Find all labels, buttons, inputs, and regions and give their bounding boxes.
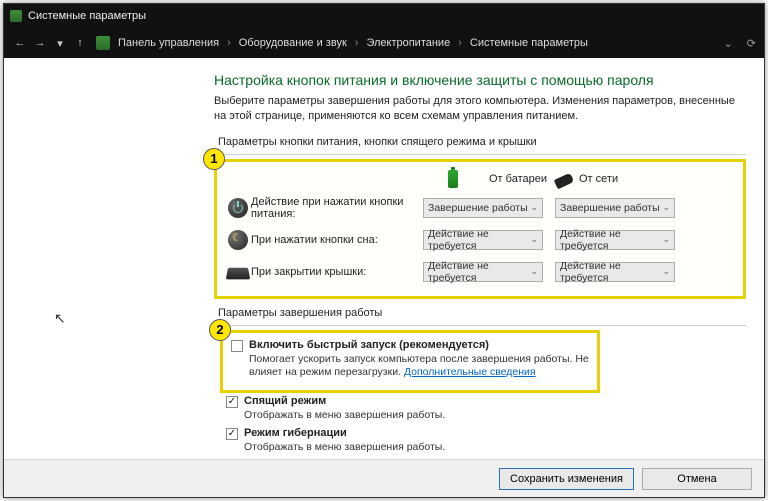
chevron-down-icon: ⌄	[662, 266, 670, 277]
nav-back-icon[interactable]: ←	[12, 37, 28, 49]
group2-title: Параметры завершения работы	[214, 307, 386, 319]
page-description: Выберите параметры завершения работы для…	[214, 94, 746, 124]
hibernation-label: Режим гибернации	[244, 427, 347, 439]
breadcrumb-power[interactable]: Электропитание	[366, 37, 450, 49]
group-buttons-lid: Параметры кнопки питания, кнопки спящего…	[214, 136, 746, 299]
select-power-battery[interactable]: Завершение работы⌄	[423, 198, 543, 218]
breadcrumb-sep: ›	[458, 37, 462, 49]
highlight-box-1: 1 От батареи От сети	[214, 159, 746, 299]
footer: Сохранить изменения Отмена	[4, 459, 764, 497]
cancel-button[interactable]: Отмена	[642, 468, 752, 490]
link-more-info[interactable]: Дополнительные сведения	[404, 366, 536, 378]
annotation-badge-2: 2	[209, 319, 231, 341]
col-ac-label: От сети	[579, 173, 618, 185]
breadcrumb-sep: ›	[227, 37, 231, 49]
row-sleep-button: При нажатии кнопки сна: Действие не треб…	[225, 224, 735, 256]
lock-label: Блокировка	[244, 458, 310, 459]
control-panel-icon	[96, 36, 110, 50]
window: Системные параметры ← → ▾ ↑ Панель управ…	[3, 3, 765, 498]
chevron-down-icon: ⌄	[530, 234, 538, 245]
sleep-icon	[228, 230, 248, 250]
power-icon	[228, 198, 248, 218]
window-title: Системные параметры	[28, 10, 146, 22]
group-shutdown: Параметры завершения работы 2 Включить б…	[214, 307, 746, 459]
page-heading: Настройка кнопок питания и включение защ…	[214, 72, 746, 88]
highlight-box-2: 2 Включить быстрый запуск (рекомендуется…	[220, 330, 600, 393]
save-button[interactable]: Сохранить изменения	[499, 468, 634, 490]
select-sleep-battery[interactable]: Действие не требуется⌄	[423, 230, 543, 250]
nav-forward-icon[interactable]: →	[32, 37, 48, 49]
col-battery-label: От батареи	[489, 173, 547, 185]
cursor-icon: ↖	[54, 310, 66, 327]
select-power-ac[interactable]: Завершение работы⌄	[555, 198, 675, 218]
plug-icon	[554, 173, 575, 190]
chevron-down-icon: ⌄	[530, 202, 538, 213]
chevron-down-icon: ⌄	[662, 202, 670, 213]
checkbox-hibernation[interactable]	[226, 428, 238, 440]
breadcrumb-current: Системные параметры	[470, 37, 588, 49]
checkbox-sleep[interactable]	[226, 396, 238, 408]
breadcrumb-sep: ›	[355, 37, 359, 49]
group1-title: Параметры кнопки питания, кнопки спящего…	[214, 136, 541, 148]
select-sleep-ac[interactable]: Действие не требуется⌄	[555, 230, 675, 250]
lid-icon	[226, 268, 250, 280]
sleep-button-label: При нажатии кнопки сна:	[251, 234, 423, 246]
header-row: От батареи От сети	[225, 166, 735, 192]
chevron-down-icon[interactable]: ⌄	[724, 37, 733, 50]
row-power-button: Действие при нажатии кнопки питания: Зав…	[225, 192, 735, 224]
sleep-desc: Отображать в меню завершения работы.	[244, 409, 686, 423]
sleep-label: Спящий режим	[244, 395, 326, 407]
lid-close-label: При закрытии крышки:	[251, 266, 423, 278]
content-area: ↖ Настройка кнопок питания и включение з…	[4, 58, 764, 459]
select-lid-battery[interactable]: Действие не требуется⌄	[423, 262, 543, 282]
breadcrumb-root[interactable]: Панель управления	[118, 37, 219, 49]
navbar: ← → ▾ ↑ Панель управления › Оборудование…	[4, 28, 764, 58]
row-lid-close: При закрытии крышки: Действие не требует…	[225, 256, 735, 288]
annotation-badge-1: 1	[203, 148, 225, 170]
hibernation-desc: Отображать в меню завершения работы.	[244, 441, 686, 455]
checkbox-fast-startup[interactable]	[231, 340, 243, 352]
nav-recent-icon[interactable]: ▾	[52, 37, 68, 50]
chevron-down-icon: ⌄	[530, 266, 538, 277]
app-icon	[10, 10, 22, 22]
chevron-down-icon: ⌄	[662, 234, 670, 245]
battery-icon	[448, 170, 458, 188]
fast-startup-label: Включить быстрый запуск (рекомендуется)	[249, 339, 489, 351]
select-lid-ac[interactable]: Действие не требуется⌄	[555, 262, 675, 282]
titlebar: Системные параметры	[4, 4, 764, 28]
refresh-icon[interactable]: ⟳	[747, 37, 756, 50]
power-button-label: Действие при нажатии кнопки питания:	[251, 196, 423, 220]
nav-up-icon[interactable]: ↑	[72, 37, 88, 49]
breadcrumb-hardware[interactable]: Оборудование и звук	[239, 37, 347, 49]
